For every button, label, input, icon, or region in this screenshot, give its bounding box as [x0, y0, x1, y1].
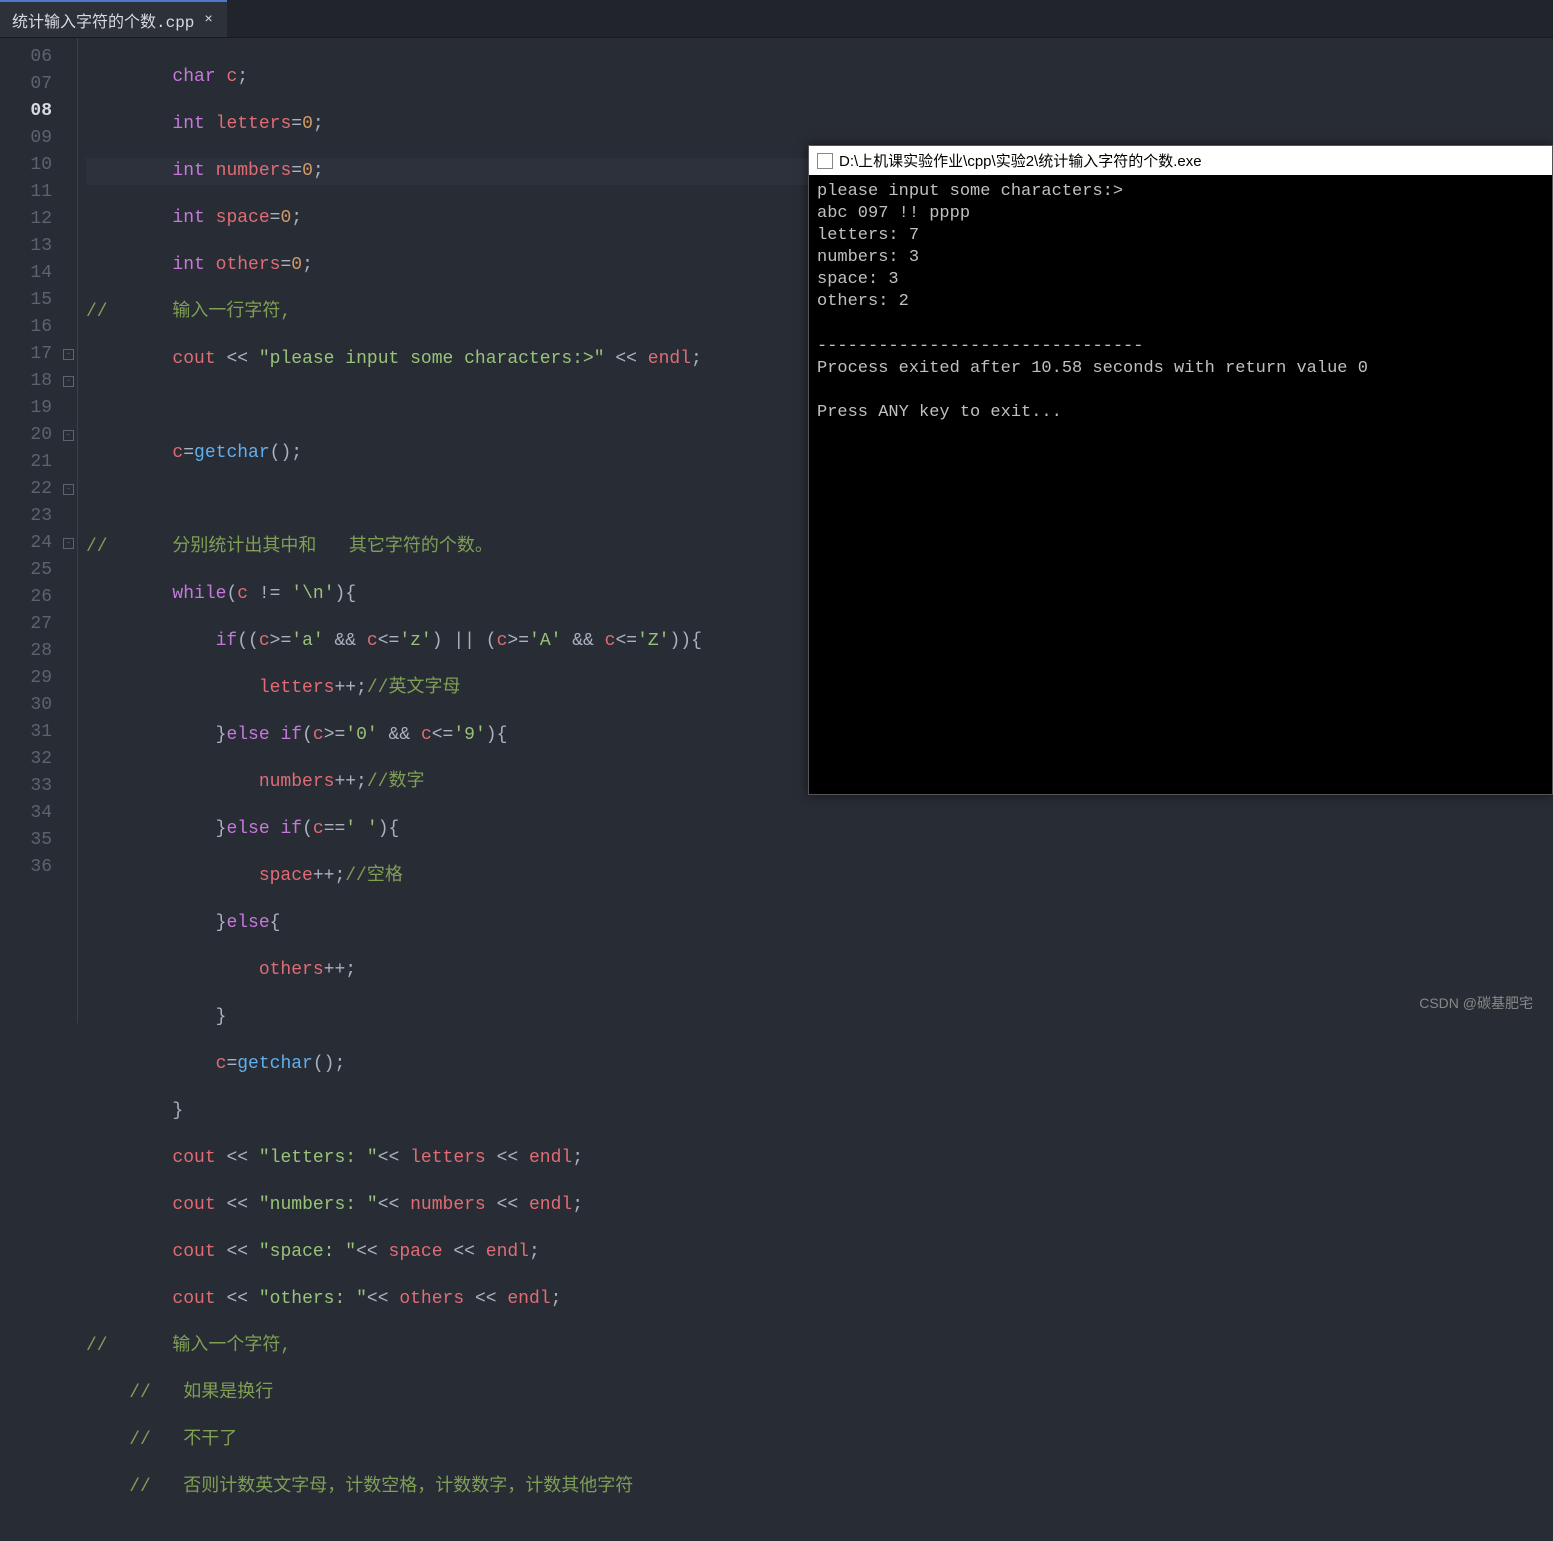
line-number: 17	[0, 341, 56, 368]
console-titlebar[interactable]: D:\上机课实验作业\cpp\实验2\统计输入字符的个数.exe	[809, 146, 1552, 175]
console-output: please input some characters:> abc 097 !…	[809, 175, 1552, 430]
line-number: 15	[0, 287, 56, 314]
code-line: space++;//空格	[86, 863, 1553, 890]
code-line: // 如果是换行	[86, 1380, 1553, 1407]
code-line: others++;	[86, 957, 1553, 984]
code-line: }	[86, 1004, 1553, 1031]
line-number: 24	[0, 530, 56, 557]
line-number: 06	[0, 44, 56, 71]
fold-toggle-icon[interactable]: -	[60, 422, 77, 449]
line-number: 30	[0, 692, 56, 719]
fold-toggle-icon[interactable]: -	[60, 530, 77, 557]
line-number: 11	[0, 179, 56, 206]
line-number: 19	[0, 395, 56, 422]
line-number-gutter: 06 07 08 09 10 11 12 13 14 15 16 17 18 1…	[0, 38, 60, 1023]
line-number: 16	[0, 314, 56, 341]
code-line: cout << "space: "<< space << endl;	[86, 1239, 1553, 1266]
line-number: 23	[0, 503, 56, 530]
line-number: 13	[0, 233, 56, 260]
line-number: 35	[0, 827, 56, 854]
tab-filename: 统计输入字符的个数.cpp	[12, 8, 194, 32]
line-number: 31	[0, 719, 56, 746]
line-number: 08	[0, 98, 56, 125]
fold-gutter: - - - - -	[60, 38, 78, 1023]
line-number: 34	[0, 800, 56, 827]
app-icon	[817, 153, 833, 169]
fold-toggle-icon[interactable]: -	[60, 341, 77, 368]
line-number: 14	[0, 260, 56, 287]
watermark: CSDN @碳基肥宅	[1419, 993, 1533, 1013]
line-number: 10	[0, 152, 56, 179]
line-number: 12	[0, 206, 56, 233]
fold-toggle-icon[interactable]: -	[60, 476, 77, 503]
line-number: 32	[0, 746, 56, 773]
code-line: int letters=0;	[86, 111, 1553, 138]
line-number: 33	[0, 773, 56, 800]
line-number: 20	[0, 422, 56, 449]
fold-toggle-icon[interactable]: -	[60, 368, 77, 395]
tab-bar: 统计输入字符的个数.cpp ×	[0, 0, 1553, 38]
code-line: // 输入一个字符,	[86, 1333, 1553, 1360]
code-line: char c;	[86, 64, 1553, 91]
console-title-text: D:\上机课实验作业\cpp\实验2\统计输入字符的个数.exe	[839, 150, 1202, 171]
line-number: 27	[0, 611, 56, 638]
line-number: 29	[0, 665, 56, 692]
close-icon[interactable]: ×	[202, 12, 214, 28]
line-number: 22	[0, 476, 56, 503]
line-number: 36	[0, 854, 56, 881]
code-line: cout << "others: "<< others << endl;	[86, 1286, 1553, 1313]
code-line: cout << "numbers: "<< numbers << endl;	[86, 1192, 1553, 1219]
code-line: cout << "letters: "<< letters << endl;	[86, 1145, 1553, 1172]
line-number: 09	[0, 125, 56, 152]
code-line: // 不干了	[86, 1427, 1553, 1454]
code-line: // 否则计数英文字母，计数空格，计数数字，计数其他字符	[86, 1474, 1553, 1501]
line-number: 26	[0, 584, 56, 611]
code-line: }else{	[86, 910, 1553, 937]
code-line: }else if(c==' '){	[86, 816, 1553, 843]
line-number: 21	[0, 449, 56, 476]
line-number: 07	[0, 71, 56, 98]
line-number: 25	[0, 557, 56, 584]
line-number: 18	[0, 368, 56, 395]
code-line: c=getchar();	[86, 1051, 1553, 1078]
line-number: 28	[0, 638, 56, 665]
console-window[interactable]: D:\上机课实验作业\cpp\实验2\统计输入字符的个数.exe please …	[808, 145, 1553, 795]
code-line: }	[86, 1098, 1553, 1125]
file-tab[interactable]: 统计输入字符的个数.cpp ×	[0, 0, 227, 37]
